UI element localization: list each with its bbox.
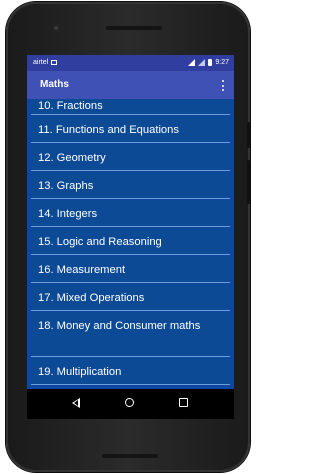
phone-frame: airtel 9:27 Maths 10. Fractions 11. Func… [6, 2, 250, 472]
list-item-label: 10. Fractions [38, 100, 103, 112]
navigation-bar [27, 389, 234, 419]
carrier-name: airtel [33, 59, 49, 66]
list-item-label: 14. Integers [38, 208, 98, 220]
status-time: 9:27 [215, 59, 229, 66]
app-bar: Maths [27, 71, 234, 99]
topic-list[interactable]: 10. Fractions 11. Functions and Equation… [27, 99, 234, 389]
front-camera [52, 24, 60, 32]
volume-button [247, 160, 250, 204]
list-item-label: 11. Functions and Equations [38, 124, 179, 136]
list-item-label: 18. Money and Consumer maths [38, 320, 201, 332]
list-item-label: 16. Measurement [38, 264, 126, 276]
earpiece-speaker [106, 26, 162, 30]
list-item-label: 12. Geometry [38, 152, 106, 164]
recents-icon[interactable] [179, 398, 188, 407]
power-button [247, 122, 250, 148]
list-item-label: 13. Graphs [38, 180, 94, 192]
home-icon[interactable] [125, 398, 134, 407]
list-item-label: 19. Multiplication [38, 366, 122, 378]
list-item[interactable]: 15. Logic and Reasoning [31, 228, 230, 255]
app-title: Maths [40, 79, 69, 90]
image-icon [51, 60, 58, 65]
list-item-label: 17. Mixed Operations [38, 292, 145, 304]
overflow-menu-icon[interactable] [222, 80, 225, 91]
status-right: 9:27 [188, 59, 229, 66]
list-item[interactable]: 17. Mixed Operations [31, 284, 230, 311]
bottom-speaker [102, 454, 158, 458]
list-item-label: 15. Logic and Reasoning [38, 236, 162, 248]
list-item[interactable]: 16. Measurement [31, 256, 230, 283]
list-item[interactable]: 18. Money and Consumer maths [31, 312, 230, 357]
signal-icon [188, 59, 196, 66]
list-item[interactable]: 13. Graphs [31, 172, 230, 199]
status-bar: airtel 9:27 [27, 55, 234, 71]
list-item[interactable]: 11. Functions and Equations [31, 116, 230, 143]
back-icon[interactable] [72, 398, 80, 408]
list-item[interactable]: 19. Multiplication [31, 358, 230, 385]
screen: airtel 9:27 Maths 10. Fractions 11. Func… [27, 55, 234, 419]
signal-icon [198, 59, 206, 66]
status-left: airtel [33, 59, 58, 66]
list-item[interactable]: 10. Fractions [31, 99, 230, 115]
list-item[interactable]: 12. Geometry [31, 144, 230, 171]
battery-icon [208, 59, 213, 66]
list-item[interactable]: 14. Integers [31, 200, 230, 227]
